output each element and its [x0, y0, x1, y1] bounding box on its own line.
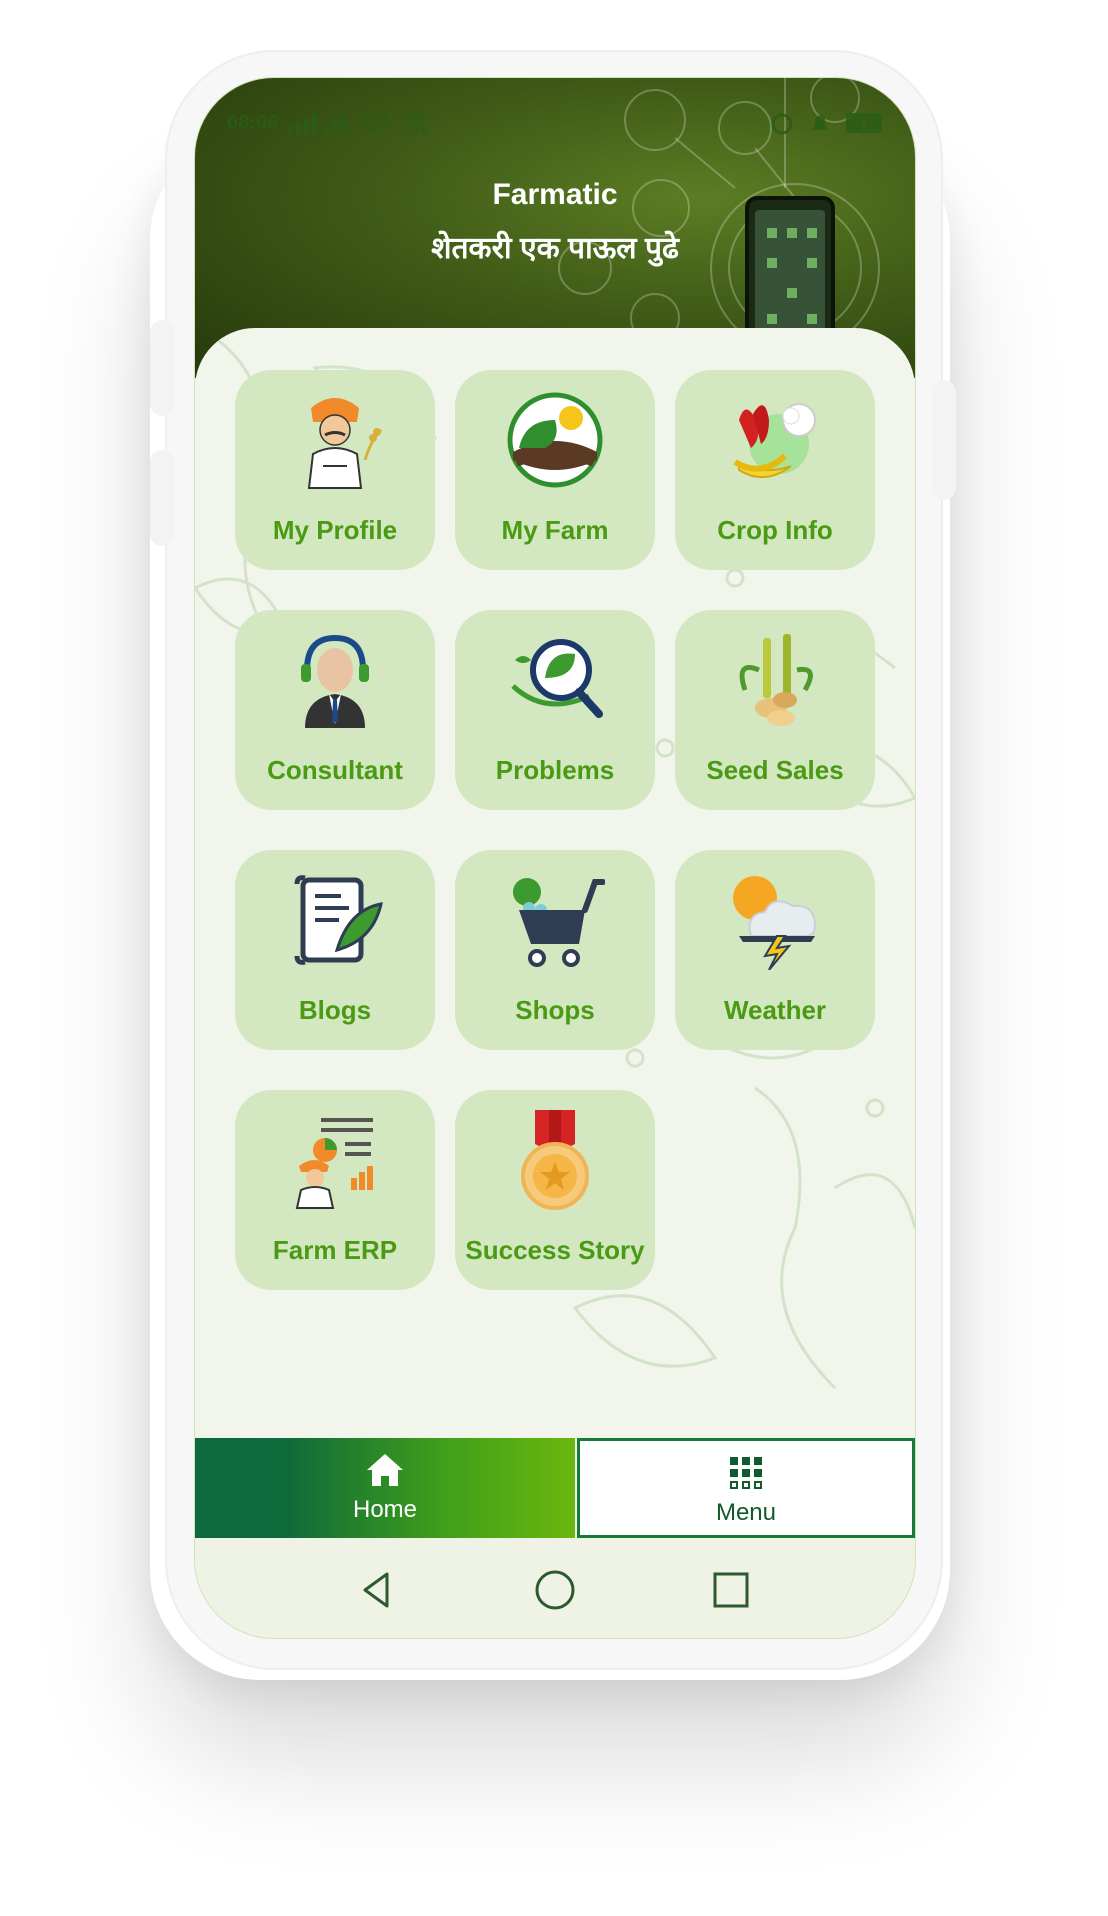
tile-success-story[interactable]: Success Story — [455, 1090, 655, 1290]
shopping-cart-icon — [513, 878, 605, 967]
tile-label: Farm ERP — [272, 1235, 398, 1265]
tile-label: Crop Info — [717, 515, 833, 545]
home-circle-icon[interactable] — [533, 1568, 577, 1612]
app-screen: 08:06 143.5 KB/S VO LTE Farmatic शेतकरी … — [194, 77, 916, 1639]
battery-icon — [846, 113, 882, 133]
tile-my-farm[interactable]: My Farm — [455, 370, 655, 570]
farm-erp-icon — [295, 1118, 373, 1209]
tile-weather[interactable]: Weather — [675, 850, 875, 1050]
farm-field-icon — [507, 392, 603, 488]
tab-home[interactable]: Home — [195, 1438, 575, 1538]
feature-grid: My Profile My Farm Crop Info Consultant … — [235, 370, 875, 1290]
tile-seed-sales[interactable]: Seed Sales — [675, 610, 875, 810]
phone-side-button — [150, 450, 174, 546]
leaf-magnifier-icon — [511, 639, 603, 718]
tile-label: Weather — [723, 995, 827, 1025]
tile-shops[interactable]: Shops — [455, 850, 655, 1050]
tab-home-label: Home — [352, 1496, 418, 1523]
app-tagline: शेतकरी एक पाऊल पुढे — [431, 232, 679, 265]
tab-menu[interactable]: Menu — [577, 1438, 915, 1538]
seed-sugarcane-icon — [739, 634, 813, 726]
scroll-quill-icon — [294, 875, 383, 965]
status-time: 08:06 — [227, 111, 279, 134]
network-speed: 143.5 KB/S — [360, 111, 388, 134]
tile-label: Shops — [515, 995, 595, 1025]
tile-label: My Profile — [272, 515, 398, 545]
tile-consultant[interactable]: Consultant — [235, 610, 435, 810]
tile-label: Problems — [495, 755, 615, 785]
back-icon[interactable] — [355, 1568, 399, 1612]
app-title: Farmatic — [492, 178, 618, 211]
consultant-headset-icon — [301, 634, 369, 728]
bell-icon — [812, 115, 828, 130]
tile-my-profile[interactable]: My Profile — [235, 370, 435, 570]
tile-label: Success Story — [465, 1235, 645, 1265]
phone-side-button — [150, 320, 174, 416]
home-icon — [367, 1454, 403, 1486]
main-menu-panel: My Profile My Farm Crop Info Consultant … — [195, 328, 915, 1518]
tab-menu-label: Menu — [715, 1499, 777, 1526]
weather-storm-icon — [733, 876, 817, 970]
tile-farm-erp[interactable]: Farm ERP — [235, 1090, 435, 1290]
phone-power-button — [932, 380, 956, 500]
medal-icon — [521, 1110, 589, 1210]
tile-problems[interactable]: Problems — [455, 610, 655, 810]
crops-icon — [733, 403, 816, 478]
signal-icon — [288, 114, 346, 134]
status-bar: 08:06 143.5 KB/S VO LTE — [227, 108, 885, 138]
tile-label: My Farm — [501, 515, 609, 545]
tile-label: Consultant — [267, 755, 403, 785]
tile-label: Blogs — [298, 995, 372, 1025]
grid-menu-icon — [730, 1457, 762, 1489]
bottom-tab-bar: Home Menu — [195, 1438, 915, 1538]
recents-square-icon[interactable] — [709, 1568, 753, 1612]
tile-blogs[interactable]: Blogs — [235, 850, 435, 1050]
tile-label: Seed Sales — [706, 755, 844, 785]
system-nav-bar — [195, 1538, 915, 1638]
alarm-icon — [771, 113, 793, 135]
network-type: VO LTE — [404, 108, 430, 137]
farmer-icon — [307, 398, 383, 489]
tile-crop-info[interactable]: Crop Info — [675, 370, 875, 570]
